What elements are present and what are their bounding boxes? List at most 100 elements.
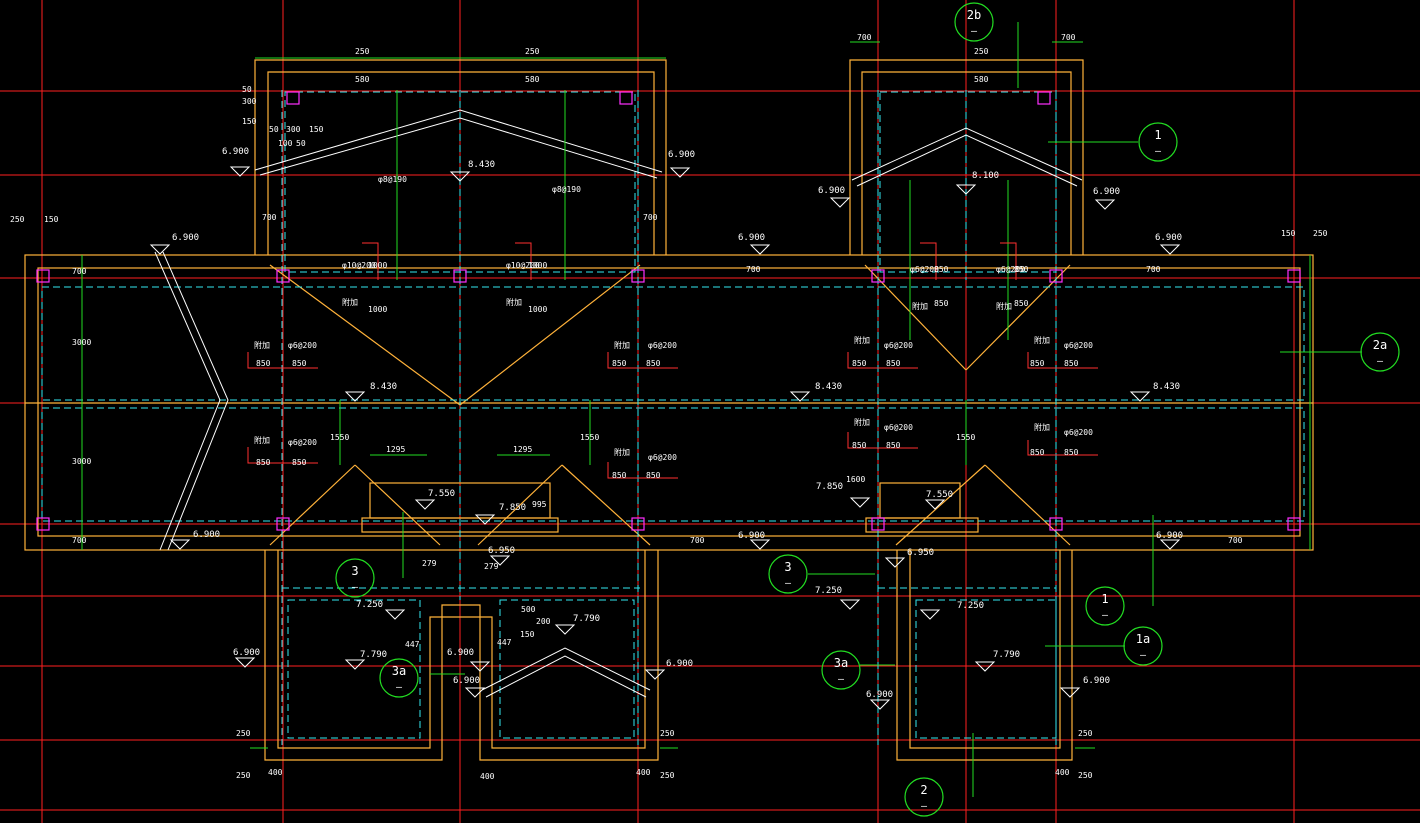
elevation-label: 8.430 — [468, 160, 495, 170]
elevation-label: 6.900 — [233, 648, 260, 658]
rebar-spec: φ10@200 — [506, 261, 540, 270]
dim-label: 700 — [72, 536, 87, 545]
rebar-reinf: 附加 — [996, 301, 1012, 311]
rebar-spec: φ6@200 — [288, 438, 317, 447]
elevation-label: 7.550 — [926, 490, 953, 500]
dim-label: 150 — [1281, 229, 1296, 238]
dim-label: 250 — [660, 729, 675, 738]
dim-label: 250 — [1313, 229, 1328, 238]
elevation-label: 6.900 — [818, 186, 845, 196]
elevation-label: 6.900 — [738, 233, 765, 243]
drawing-background — [0, 0, 1420, 823]
callout-sheet: — — [352, 582, 359, 593]
rebar-reinf: 附加 — [254, 340, 270, 350]
callout-number: 1 — [1154, 128, 1161, 142]
dim-label: 1550 — [330, 433, 349, 442]
dim-label: 700 — [643, 213, 658, 222]
elevation-label: 6.950 — [907, 548, 934, 558]
dim-label: 250 — [1078, 729, 1093, 738]
elevation-label: 7.790 — [360, 650, 387, 660]
dim-label: 400 — [636, 768, 651, 777]
dim-label: 580 — [525, 75, 540, 84]
dim-label: 700 — [1061, 33, 1076, 42]
elevation-label: 7.850 — [499, 503, 526, 513]
elevation-label: 6.900 — [193, 530, 220, 540]
dim-label: 1550 — [956, 433, 975, 442]
elevation-label: 6.900 — [1093, 187, 1120, 197]
rebar-dim: 850 — [292, 359, 307, 368]
elevation-label: 6.900 — [172, 233, 199, 243]
elevation-label: 7.250 — [356, 600, 383, 610]
rebar-dim: 850 — [1030, 448, 1045, 457]
dim-label: 447 — [497, 638, 512, 647]
elevation-label: 6.900 — [1083, 676, 1110, 686]
callout-number: 3a — [834, 656, 848, 670]
dim-label: 250 — [660, 771, 675, 780]
callout-sheet: — — [921, 801, 928, 812]
rebar-reinf: 附加 — [506, 297, 522, 307]
rebar-dim: 850 — [646, 359, 661, 368]
rebar-dim: 850 — [886, 441, 901, 450]
elevation-label: 6.900 — [222, 147, 249, 157]
rebar-dim: 850 — [646, 471, 661, 480]
rebar-reinf: 附加 — [1034, 335, 1050, 345]
rebar-spec: φ8@190 — [378, 175, 407, 184]
dim-label: 500 — [521, 605, 536, 614]
rebar-reinf: 附加 — [854, 335, 870, 345]
callout-sheet: — — [785, 578, 792, 589]
elevation-label: 8.100 — [972, 171, 999, 181]
rebar-dim: 850 — [1064, 359, 1079, 368]
dim-label: 400 — [480, 772, 495, 781]
rebar-reinf: 附加 — [254, 435, 270, 445]
rebar-reinf: 附加 — [1034, 422, 1050, 432]
dim-label: 279 — [422, 559, 437, 568]
callout-sheet: — — [396, 682, 403, 693]
rebar-dim: 850 — [852, 441, 867, 450]
dim-label: 700 — [1146, 265, 1161, 274]
dim-label: 700 — [746, 265, 761, 274]
elevation-label: 6.950 — [488, 546, 515, 556]
rebar-reinf: 附加 — [614, 447, 630, 457]
elevation-label: 7.550 — [428, 489, 455, 499]
dim-label: 995 — [532, 500, 547, 509]
rebar-spec: φ6@200 — [1064, 428, 1093, 437]
dim-label: 300 — [286, 125, 301, 134]
dim-label: 1550 — [580, 433, 599, 442]
elevation-label: 6.900 — [447, 648, 474, 658]
rebar-spec: φ10@200 — [342, 261, 376, 270]
dim-label: 150 — [309, 125, 324, 134]
callout-number: 3 — [784, 560, 791, 574]
callout-sheet: — — [1140, 650, 1147, 661]
rebar-spec: φ6@200 — [910, 265, 939, 274]
dim-label: 50 — [242, 85, 252, 94]
cad-floor-plan: 6.900 6.900 6.900 6.900 6.900 6.900 6.90… — [0, 0, 1420, 823]
rebar-dim: 850 — [256, 359, 271, 368]
elevation-label: 6.900 — [668, 150, 695, 160]
rebar-dim: 850 — [852, 359, 867, 368]
dim-label: 400 — [268, 768, 283, 777]
elevation-label: 8.430 — [815, 382, 842, 392]
elevation-label: 6.900 — [1155, 233, 1182, 243]
dim-label: 3000 — [72, 338, 91, 347]
dim-label: 250 — [974, 47, 989, 56]
elevation-label: 7.790 — [573, 614, 600, 624]
rebar-reinf: 附加 — [342, 297, 358, 307]
dim-label: 400 — [1055, 768, 1070, 777]
elevation-label: 6.900 — [738, 531, 765, 541]
dim-label: 580 — [355, 75, 370, 84]
dim-label: 250 — [236, 771, 251, 780]
callout-number: 2 — [920, 783, 927, 797]
rebar-reinf: 附加 — [854, 417, 870, 427]
dim-label: 1295 — [513, 445, 532, 454]
dim-label: 700 — [857, 33, 872, 42]
rebar-dim: 850 — [1064, 448, 1079, 457]
dim-label: 50 — [269, 125, 279, 134]
dim-label: 250 — [236, 729, 251, 738]
dim-label: 250 — [1078, 771, 1093, 780]
rebar-dim: 850 — [256, 458, 271, 467]
callout-sheet: — — [1377, 356, 1384, 367]
dim-label: 150 — [520, 630, 535, 639]
dim-label: 1295 — [386, 445, 405, 454]
callout-number: 3 — [351, 564, 358, 578]
callout-sheet: — — [1102, 610, 1109, 621]
